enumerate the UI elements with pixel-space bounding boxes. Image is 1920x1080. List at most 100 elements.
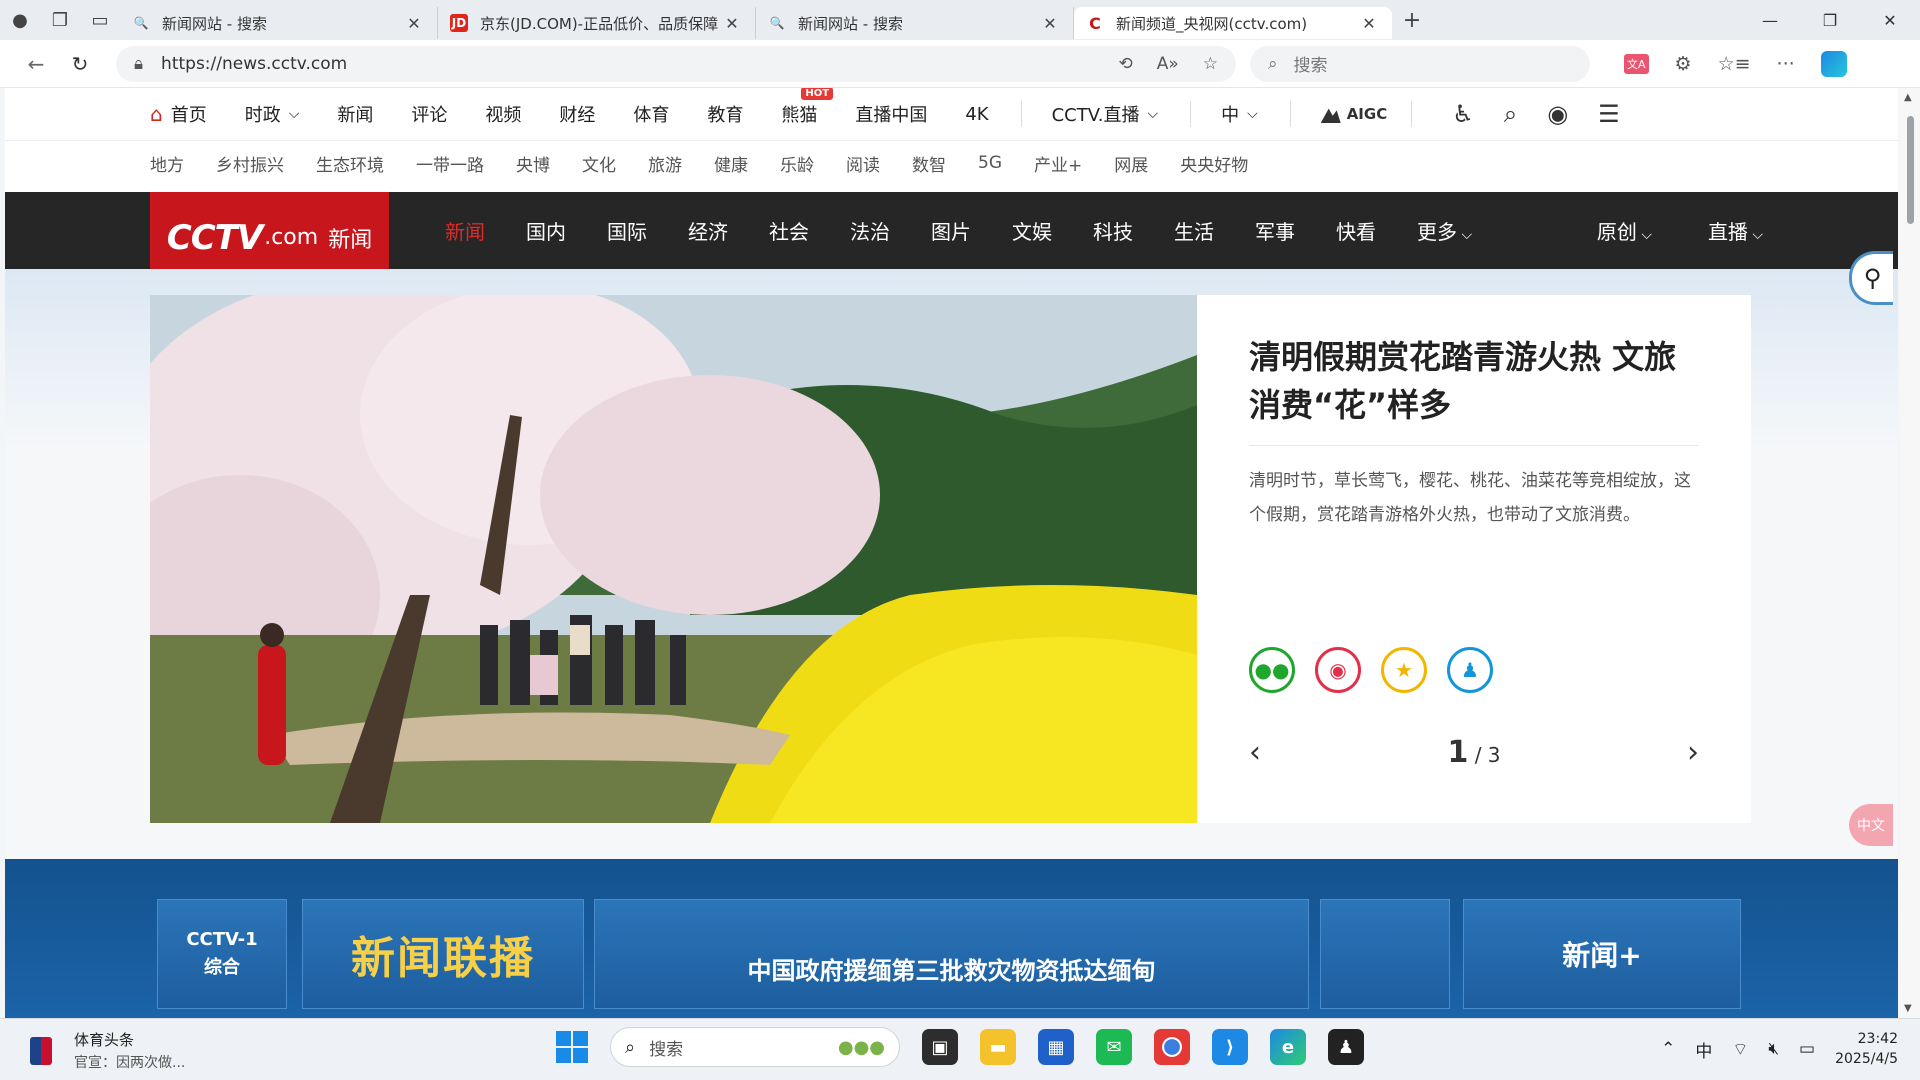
chevron-up-icon[interactable]: ⌃ [1661,1039,1675,1059]
floating-translate-button[interactable]: 中文 [1849,804,1893,846]
page-scrollbar[interactable]: ▲ ▼ [1900,88,1920,1018]
newsnav-item[interactable]: 图片 [931,216,971,245]
subnav-item[interactable]: 健康 [714,151,748,176]
chrome-icon[interactable] [1154,1029,1190,1065]
scroll-up-icon[interactable]: ▲ [1904,92,1912,103]
favorite-star-icon[interactable]: ☆ [1203,54,1218,74]
subnav-item[interactable]: 生态环境 [316,151,384,176]
favorites-icon[interactable]: ☆≡ [1718,53,1751,75]
newsnav-item[interactable]: 国内 [526,216,566,245]
translator-extension-icon[interactable]: 文A [1624,53,1649,74]
band-headline[interactable]: 中国政府援缅第三批救灾物资抵达缅甸 [594,899,1309,1009]
subnav-item[interactable]: 产业+ [1034,151,1082,176]
hero-title[interactable]: 清明假期赏花踏青游火热 文旅消费“花”样多 [1249,333,1699,446]
weibo-icon[interactable]: ◉ [1315,647,1361,693]
copilot-icon[interactable] [1820,50,1847,77]
wechat-icon[interactable]: ●● [1249,647,1295,693]
ime-indicator[interactable]: 中 [1695,1037,1712,1062]
store-icon[interactable]: ▦ [1038,1029,1074,1065]
language-select[interactable]: 中 ⌵ [1221,101,1258,127]
qq-icon[interactable]: ♟ [1447,647,1493,693]
nav-panda[interactable]: 熊猫 HOT [781,88,834,127]
back-icon[interactable]: ← [14,52,58,76]
browser-tab[interactable]: 🔍 新闻网站 - 搜索 ✕ [756,7,1074,39]
file-explorer-icon[interactable]: ▬ [980,1029,1016,1065]
newsnav-item[interactable]: 生活 [1174,216,1214,245]
volume-muted-icon[interactable]: 🔇︎ [1768,1039,1779,1059]
live-dropdown[interactable]: 直播 [1708,216,1763,245]
vscode-icon[interactable]: ⟩ [1212,1029,1248,1065]
floating-helper-icon[interactable]: ⚲ [1849,251,1893,305]
lock-icon[interactable]: 🔒︎ [134,54,143,74]
newsnav-item-active[interactable]: 新闻 [445,216,485,245]
workspaces-icon[interactable]: ❐ [40,0,80,40]
original-dropdown[interactable]: 原创 [1597,216,1652,245]
favorite-star-icon[interactable]: ★ [1381,647,1427,693]
taskbar-search[interactable]: ⌕ 搜索 ●●● [610,1027,900,1067]
nav-video[interactable]: 视频 [485,101,521,127]
nav-politics[interactable]: 时政 ⌵ [245,101,300,127]
newsnav-item[interactable]: 法治 [850,216,890,245]
user-icon[interactable]: ◉ [1547,100,1568,128]
subnav-item[interactable]: 央博 [516,151,550,176]
newsnav-item[interactable]: 文娱 [1012,216,1052,245]
newsnav-item[interactable]: 科技 [1093,216,1133,245]
nav-education[interactable]: 教育 [707,101,743,127]
translate-icon[interactable]: ⟲ [1118,54,1132,74]
more-icon[interactable]: ··· [1777,53,1795,75]
browser-tab[interactable]: JD 京东(JD.COM)-正品低价、品质保障 ✕ [438,7,756,39]
new-tab-icon[interactable]: + [1392,8,1432,33]
newsnav-item[interactable]: 军事 [1255,216,1295,245]
xinwen-lianbo-tile[interactable]: 新闻联播 [302,899,584,1009]
newsnav-item[interactable]: 国际 [607,216,647,245]
subnav-item[interactable]: 网展 [1114,151,1148,176]
subnav-item[interactable]: 央央好物 [1180,151,1248,176]
task-view-icon[interactable]: ▣ [922,1029,958,1065]
scroll-down-icon[interactable]: ▼ [1904,1003,1912,1014]
edge-icon[interactable]: e [1270,1029,1306,1065]
nav-sports[interactable]: 体育 [633,101,669,127]
subnav-item[interactable]: 阅读 [846,151,880,176]
scrollbar-thumb[interactable] [1907,116,1914,224]
band-tile-blank[interactable] [1320,899,1450,1009]
news-plus-tile[interactable]: 新闻+ [1463,899,1741,1009]
nav-cctv-live[interactable]: CCTV.直播 ⌵ [1052,101,1158,127]
browser-search-box[interactable]: ⌕ 搜索 [1250,45,1590,82]
nav-home[interactable]: ⌂ 首页 [150,101,207,127]
wifi-icon[interactable]: ⌔ [1732,1039,1748,1060]
subnav-item[interactable]: 5G [978,153,1002,173]
browser-tab[interactable]: 🔍 新闻网站 - 搜索 ✕ [120,7,438,39]
subnav-item[interactable]: 乡村振兴 [216,151,284,176]
cctv1-tile[interactable]: CCTV-1 综合 [157,899,287,1009]
tab-actions-icon[interactable]: ▭ [80,0,120,40]
prev-arrow-icon[interactable]: ‹ [1249,735,1261,770]
profile-icon[interactable]: ● [0,0,40,40]
subnav-item[interactable]: 文化 [582,151,616,176]
next-arrow-icon[interactable]: › [1687,735,1699,770]
menu-icon[interactable]: ☰ [1598,100,1620,128]
hero-image[interactable] [150,295,1197,823]
close-icon[interactable]: ✕ [1039,14,1061,33]
nav-comment[interactable]: 评论 [411,101,447,127]
subnav-item[interactable]: 地方 [150,151,184,176]
qq-icon[interactable]: ♟ [1328,1029,1364,1065]
nav-news[interactable]: 新闻 [337,101,373,127]
subnav-item[interactable]: 乐龄 [780,151,814,176]
nav-finance[interactable]: 财经 [559,101,595,127]
newsnav-item[interactable]: 快看 [1336,216,1376,245]
minimize-icon[interactable]: — [1740,11,1800,30]
clock[interactable]: 23:42 2025/4/5 [1835,1029,1898,1069]
subnav-item[interactable]: 一带一路 [416,151,484,176]
news-widget[interactable]: 体育头条 官宣：因两次做... [30,1029,185,1072]
start-icon[interactable] [556,1031,588,1063]
close-icon[interactable]: ✕ [721,14,743,33]
site-search-icon[interactable]: ⌕ [1504,100,1517,128]
newsnav-item[interactable]: 社会 [769,216,809,245]
browser-tab-active[interactable]: C 新闻频道_央视网(cctv.com) ✕ [1074,7,1392,39]
extensions-icon[interactable]: ⚙ [1675,53,1692,75]
close-icon[interactable]: ✕ [403,14,425,33]
accessibility-icon[interactable]: ♿︎ [1452,100,1474,128]
nav-4k[interactable]: 4K [965,104,988,125]
refresh-icon[interactable]: ↻ [58,52,102,76]
restore-icon[interactable]: ❐ [1800,11,1860,30]
